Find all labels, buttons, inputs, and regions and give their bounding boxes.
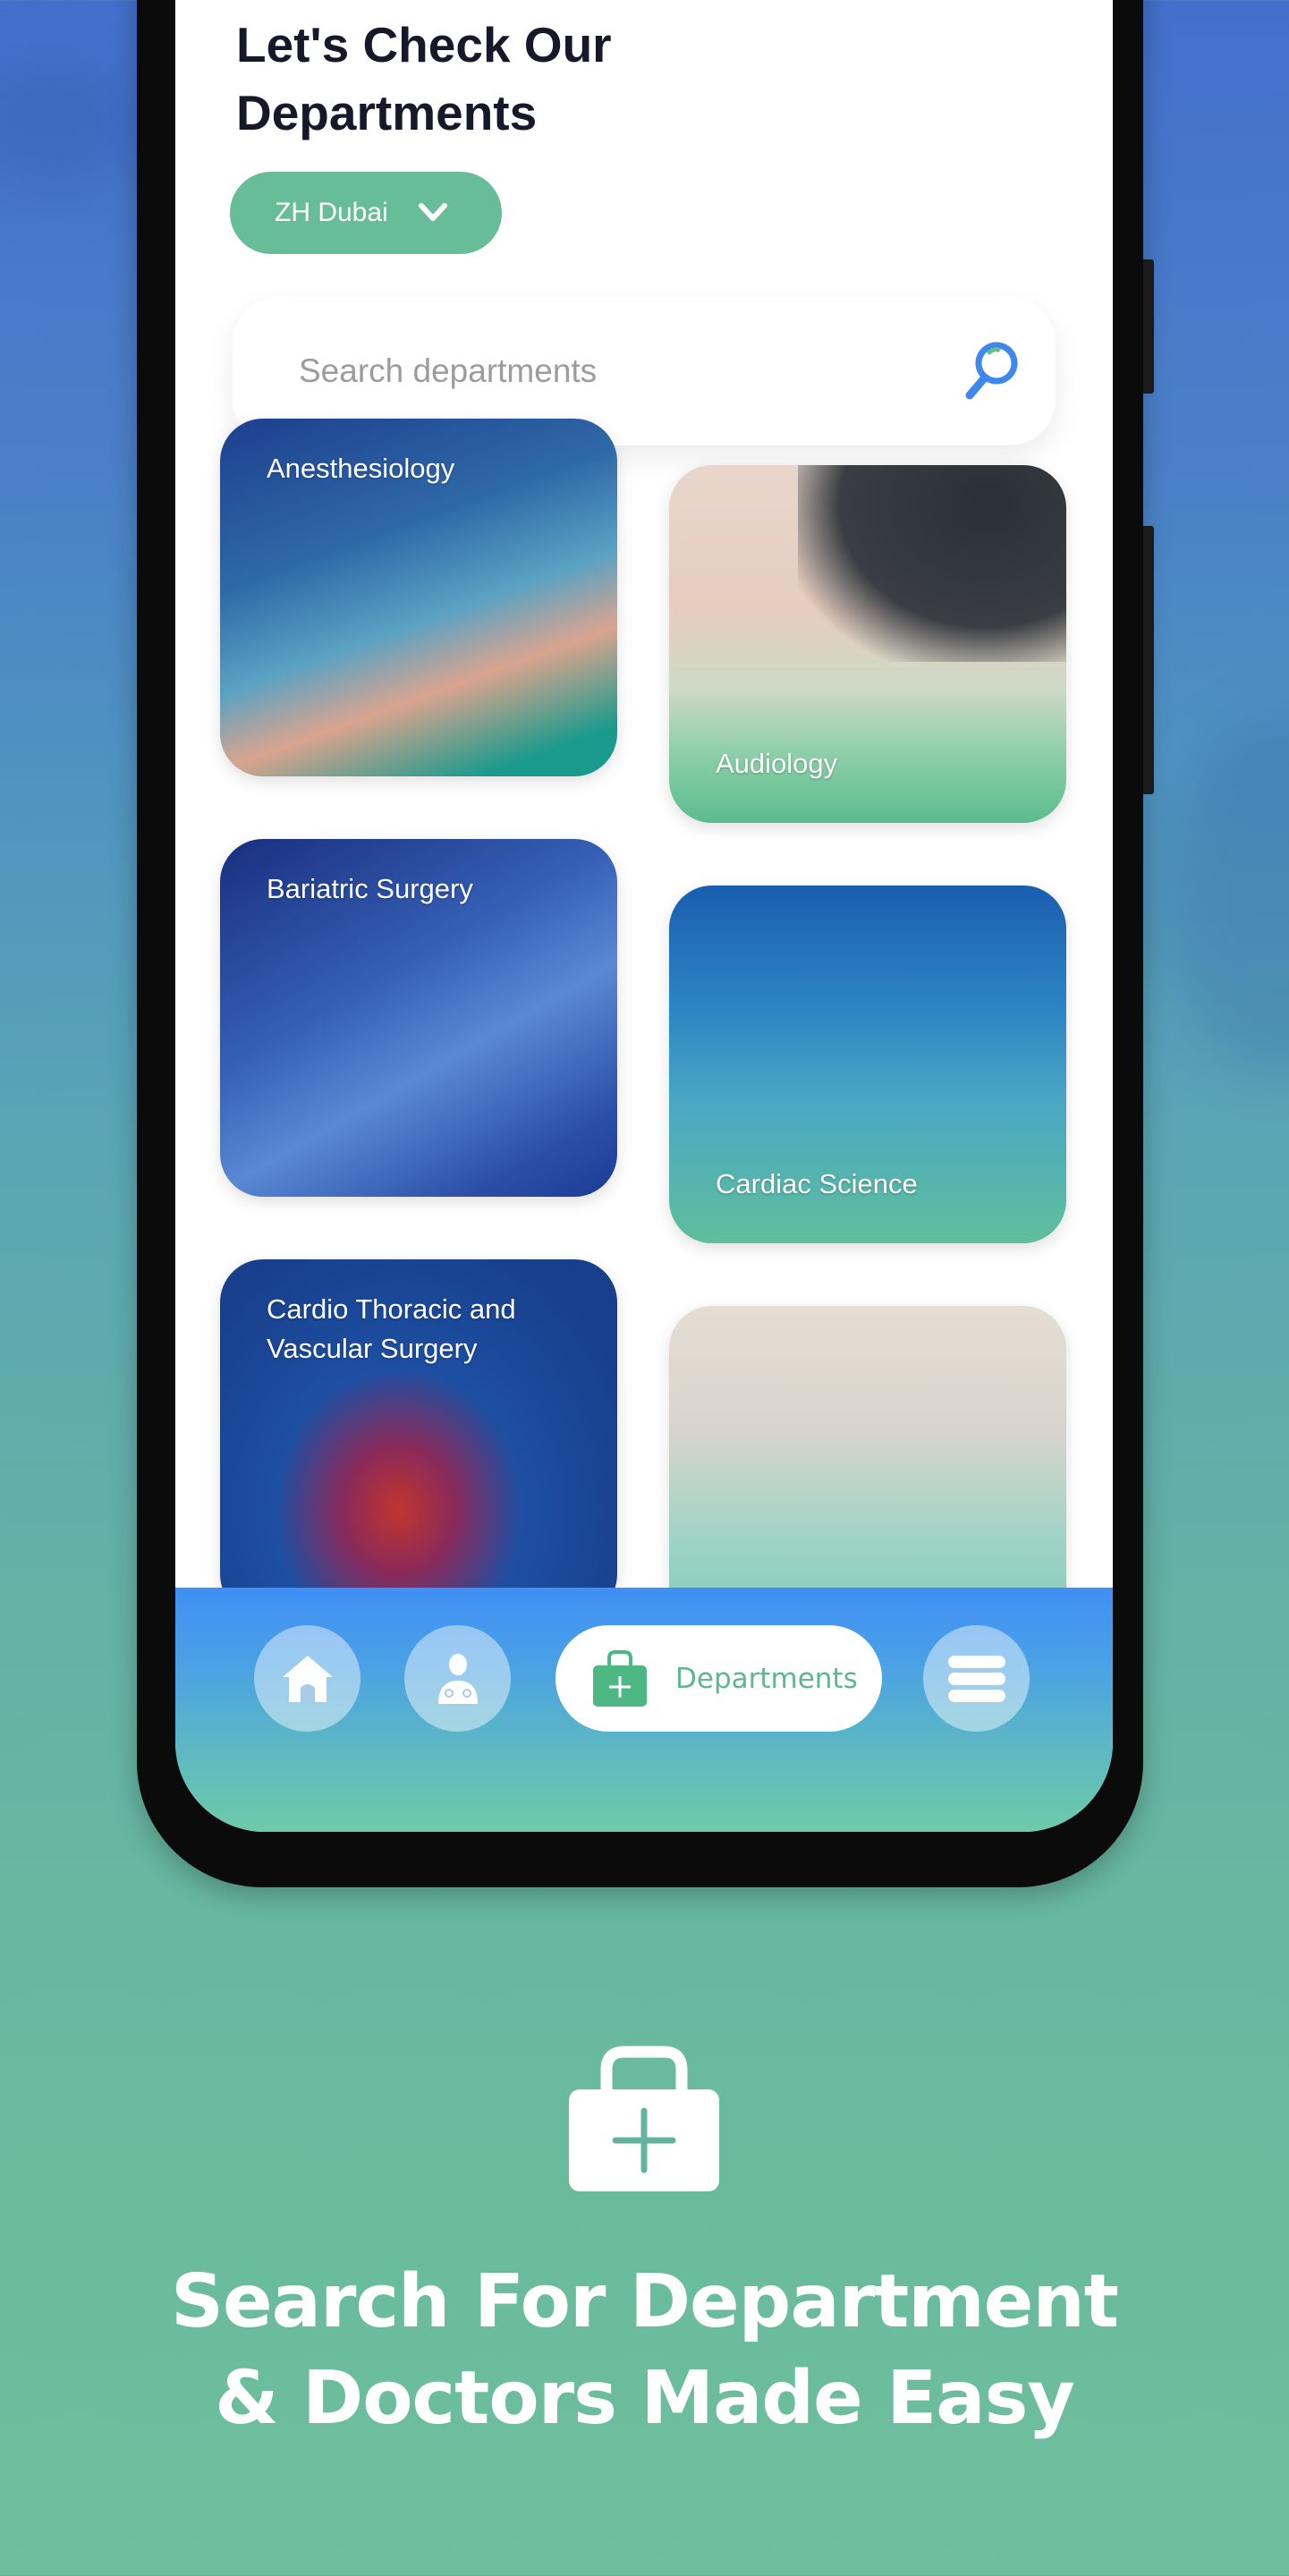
promo-headline: Search For Department & Doctors Made Eas… — [0, 2254, 1289, 2447]
menu-icon — [947, 1655, 1005, 1702]
background-blur — [1163, 716, 1289, 1073]
medical-bag-icon — [569, 2046, 719, 2191]
phone-volume-button — [1143, 259, 1154, 394]
page-title-line1: Let's Check Our — [236, 17, 612, 72]
chevron-down-icon — [418, 203, 447, 221]
page-title: Let's Check Our Departments — [236, 11, 773, 147]
department-card-anesthesiology[interactable]: Anesthesiology — [220, 419, 617, 776]
background-blur — [0, 54, 143, 197]
department-card-bariatric-surgery[interactable]: Bariatric Surgery — [220, 839, 617, 1197]
department-card-cardio-thoracic[interactable]: Cardio Thoracic and Vascular Surgery — [220, 1259, 617, 1617]
promo-headline-line2: & Doctors Made Easy — [215, 2356, 1075, 2441]
department-name: Cardiac Science — [716, 1168, 918, 1199]
nav-departments-button[interactable]: Departments — [555, 1625, 882, 1732]
phone-frame: Let's Check Our Departments ZH Dubai Ane… — [137, 0, 1154, 1887]
home-icon — [282, 1655, 333, 1702]
nav-doctors-button[interactable] — [404, 1625, 511, 1732]
medical-bag-icon — [593, 1649, 647, 1707]
search-input[interactable] — [299, 352, 925, 390]
department-name: Cardio Thoracic and Vascular Surgery — [267, 1293, 516, 1364]
phone-power-button — [1143, 526, 1154, 794]
location-label: ZH Dubai — [275, 198, 388, 227]
bottom-navigation: Departments — [175, 1588, 1113, 1832]
department-card-audiology[interactable]: Audiology — [669, 465, 1066, 823]
page-title-line2: Departments — [236, 85, 538, 140]
department-name: Anesthesiology — [267, 453, 455, 484]
card-image-detail — [798, 465, 1066, 662]
doctor-icon — [437, 1653, 478, 1704]
department-name: Bariatric Surgery — [267, 873, 473, 904]
department-name: Audiology — [716, 748, 838, 779]
search-icon[interactable] — [957, 338, 1022, 402]
nav-departments-label: Departments — [675, 1662, 858, 1695]
department-card-cardiac-science[interactable]: Cardiac Science — [669, 886, 1066, 1243]
promo-headline-line1: Search For Department — [171, 2259, 1119, 2344]
nav-home-button[interactable] — [254, 1625, 360, 1732]
app-screen: Let's Check Our Departments ZH Dubai Ane… — [175, 0, 1113, 1832]
nav-menu-button[interactable] — [923, 1625, 1030, 1732]
location-dropdown[interactable]: ZH Dubai — [230, 172, 502, 254]
